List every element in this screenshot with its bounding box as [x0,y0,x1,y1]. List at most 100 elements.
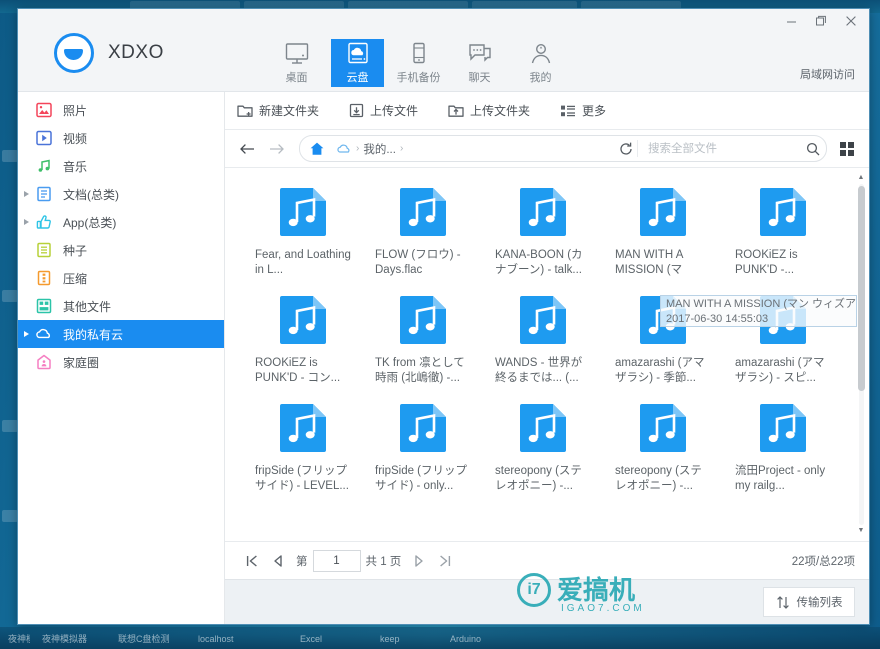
home-icon[interactable] [309,141,325,157]
file-item[interactable]: stereopony (ステレオポニー) -... [603,402,723,494]
transfer-list-button[interactable]: 传输列表 [763,587,855,617]
file-name: TK from 凛として時雨 (北嶋徹) -... [375,357,465,384]
taskbar-item: localhost [198,634,234,644]
tab-profile[interactable]: 我的 [514,39,567,87]
video-icon [35,130,52,147]
expand-arrow-icon [24,275,29,281]
transfer-list-label: 传输列表 [796,597,843,609]
file-item[interactable]: WANDS - 世界が終るまでは... (... [483,294,603,386]
breadcrumb-separator: › [399,143,404,154]
content-pane: 新建文件夹 上传文件 上传文件夹 更多 › 我的... › 搜索全部文件 Fea… [225,92,869,624]
refresh-icon[interactable] [615,142,637,156]
scroll-down-icon[interactable]: ▼ [857,527,865,535]
window-controls [777,11,865,31]
tab-desktop[interactable]: 桌面 [270,39,323,87]
file-name: amazarashi (アマザラシ) - スピ... [735,357,825,384]
close-button[interactable] [837,11,865,31]
sidebar-item-seeds[interactable]: 种子 [18,236,224,264]
sidebar-item-label: App(总类) [63,215,117,230]
expand-arrow-icon [24,135,29,141]
sidebar-item-archives[interactable]: 压缩 [18,264,224,292]
upload-file-button[interactable]: 上传文件 [349,102,418,119]
sidebar-item-photos[interactable]: 照片 [18,96,224,124]
scrollbar-thumb[interactable] [858,186,865,391]
file-item[interactable]: fripSide (フリップサイド) - only... [363,402,483,494]
tab-chat[interactable]: 聊天 [453,39,506,87]
last-page-button[interactable] [432,549,458,573]
taskbar-item: Excel [300,634,323,644]
file-item[interactable]: FLOW (フロウ) - Days.flac [363,186,483,278]
file-item[interactable]: 流田Project - only my railg... [723,402,843,494]
desktop-background: XDXO 桌面 云盘 手机备份 聊天 我的 局域网访问 照片 视频 音乐 文档(… [0,0,880,649]
background-taskbar: 夜神模拟器 夜神模拟器 联想C盘检测 localhost Excel keep … [0,627,880,649]
music-file-icon [278,186,328,238]
file-name: fripSide (フリップサイド) - only... [375,465,468,492]
archive-icon [35,270,52,287]
cloud-icon[interactable] [336,142,352,155]
minimize-button[interactable] [777,11,805,31]
sidebar-item-label: 照片 [63,103,88,118]
vertical-scrollbar[interactable]: ▲ ▼ [857,174,865,535]
tab-phone-backup[interactable]: 手机备份 [392,39,445,87]
forward-button[interactable] [265,137,289,161]
other-files-icon [35,298,52,315]
tab-label: 云盘 [346,71,369,84]
sidebar-item-videos[interactable]: 视频 [18,124,224,152]
first-page-button[interactable] [239,549,265,573]
back-button[interactable] [235,137,259,161]
file-name: FLOW (フロウ) - Days.flac [375,249,461,276]
more-button[interactable]: 更多 [560,102,606,119]
sidebar-item-music[interactable]: 音乐 [18,152,224,180]
music-file-icon [398,402,448,454]
grid-view-icon[interactable] [833,137,861,161]
upload-folder-button[interactable]: 上传文件夹 [448,102,530,119]
brand-name: XDXO [108,42,164,63]
search-input[interactable] [646,141,800,156]
file-name: fripSide (フリップサイド) - LEVEL... [255,465,349,492]
sidebar-item-private-cloud[interactable]: 我的私有云 [18,320,224,348]
search-icon[interactable] [800,142,826,156]
file-name: ROOKiEZ is PUNK'D - コン... [255,357,341,384]
sidebar-item-other-files[interactable]: 其他文件 [18,292,224,320]
app-logo-icon [54,33,94,73]
file-item[interactable]: fripSide (フリップサイド) - LEVEL... [243,402,363,494]
tab-label: 聊天 [468,71,491,84]
file-item[interactable]: MAN WITH A MISSION (マ [603,186,723,278]
navigation-bar: › 我的... › [225,130,869,168]
sidebar-item-apps[interactable]: App(总类) [18,208,224,236]
music-file-icon [278,294,328,346]
watermark-logo-icon: i7 [517,573,551,607]
file-item[interactable]: ROOKiEZ is PUNK'D - コン... [243,294,363,386]
sidebar: 照片 视频 音乐 文档(总类) App(总类) 种子 压缩 其他文件 我的私有云… [18,92,225,624]
tooltip-title: MAN WITH A MISSION (マン ウィズア [666,298,857,310]
file-item[interactable]: ROOKiEZ is PUNK'D -... [723,186,843,278]
breadcrumb-item[interactable]: 我的... [363,141,396,157]
page-number-input[interactable] [312,549,361,572]
music-file-icon [398,186,448,238]
new-folder-button[interactable]: 新建文件夹 [237,102,319,119]
scroll-up-icon[interactable]: ▲ [857,174,865,182]
music-file-icon [398,294,448,346]
expand-arrow-icon[interactable] [24,331,29,337]
lan-access-link[interactable]: 局域网访问 [800,66,855,82]
sidebar-item-label: 压缩 [63,271,88,286]
file-item[interactable]: KANA-BOON (カナブーン) - talk... [483,186,603,278]
file-item[interactable]: Fear, and Loathing in L... [243,186,363,278]
tab-cloud-drive[interactable]: 云盘 [331,39,384,87]
music-file-icon [758,402,808,454]
next-page-button[interactable] [406,549,432,573]
sidebar-item-family-circle[interactable]: 家庭圈 [18,348,224,376]
photo-icon [35,102,52,119]
prev-page-button[interactable] [265,549,291,573]
sidebar-item-label: 音乐 [63,159,88,174]
toolbar-button-label: 更多 [582,104,607,118]
music-file-icon [638,402,688,454]
sidebar-item-documents[interactable]: 文档(总类) [18,180,224,208]
expand-arrow-icon[interactable] [24,219,29,225]
expand-arrow-icon[interactable] [24,191,29,197]
file-item[interactable]: stereopony (ステレオポニー) -... [483,402,603,494]
brand: XDXO [54,33,164,73]
file-item[interactable]: TK from 凛として時雨 (北嶋徹) -... [363,294,483,386]
toolbar-button-label: 新建文件夹 [259,104,320,118]
maximize-button[interactable] [807,11,835,31]
